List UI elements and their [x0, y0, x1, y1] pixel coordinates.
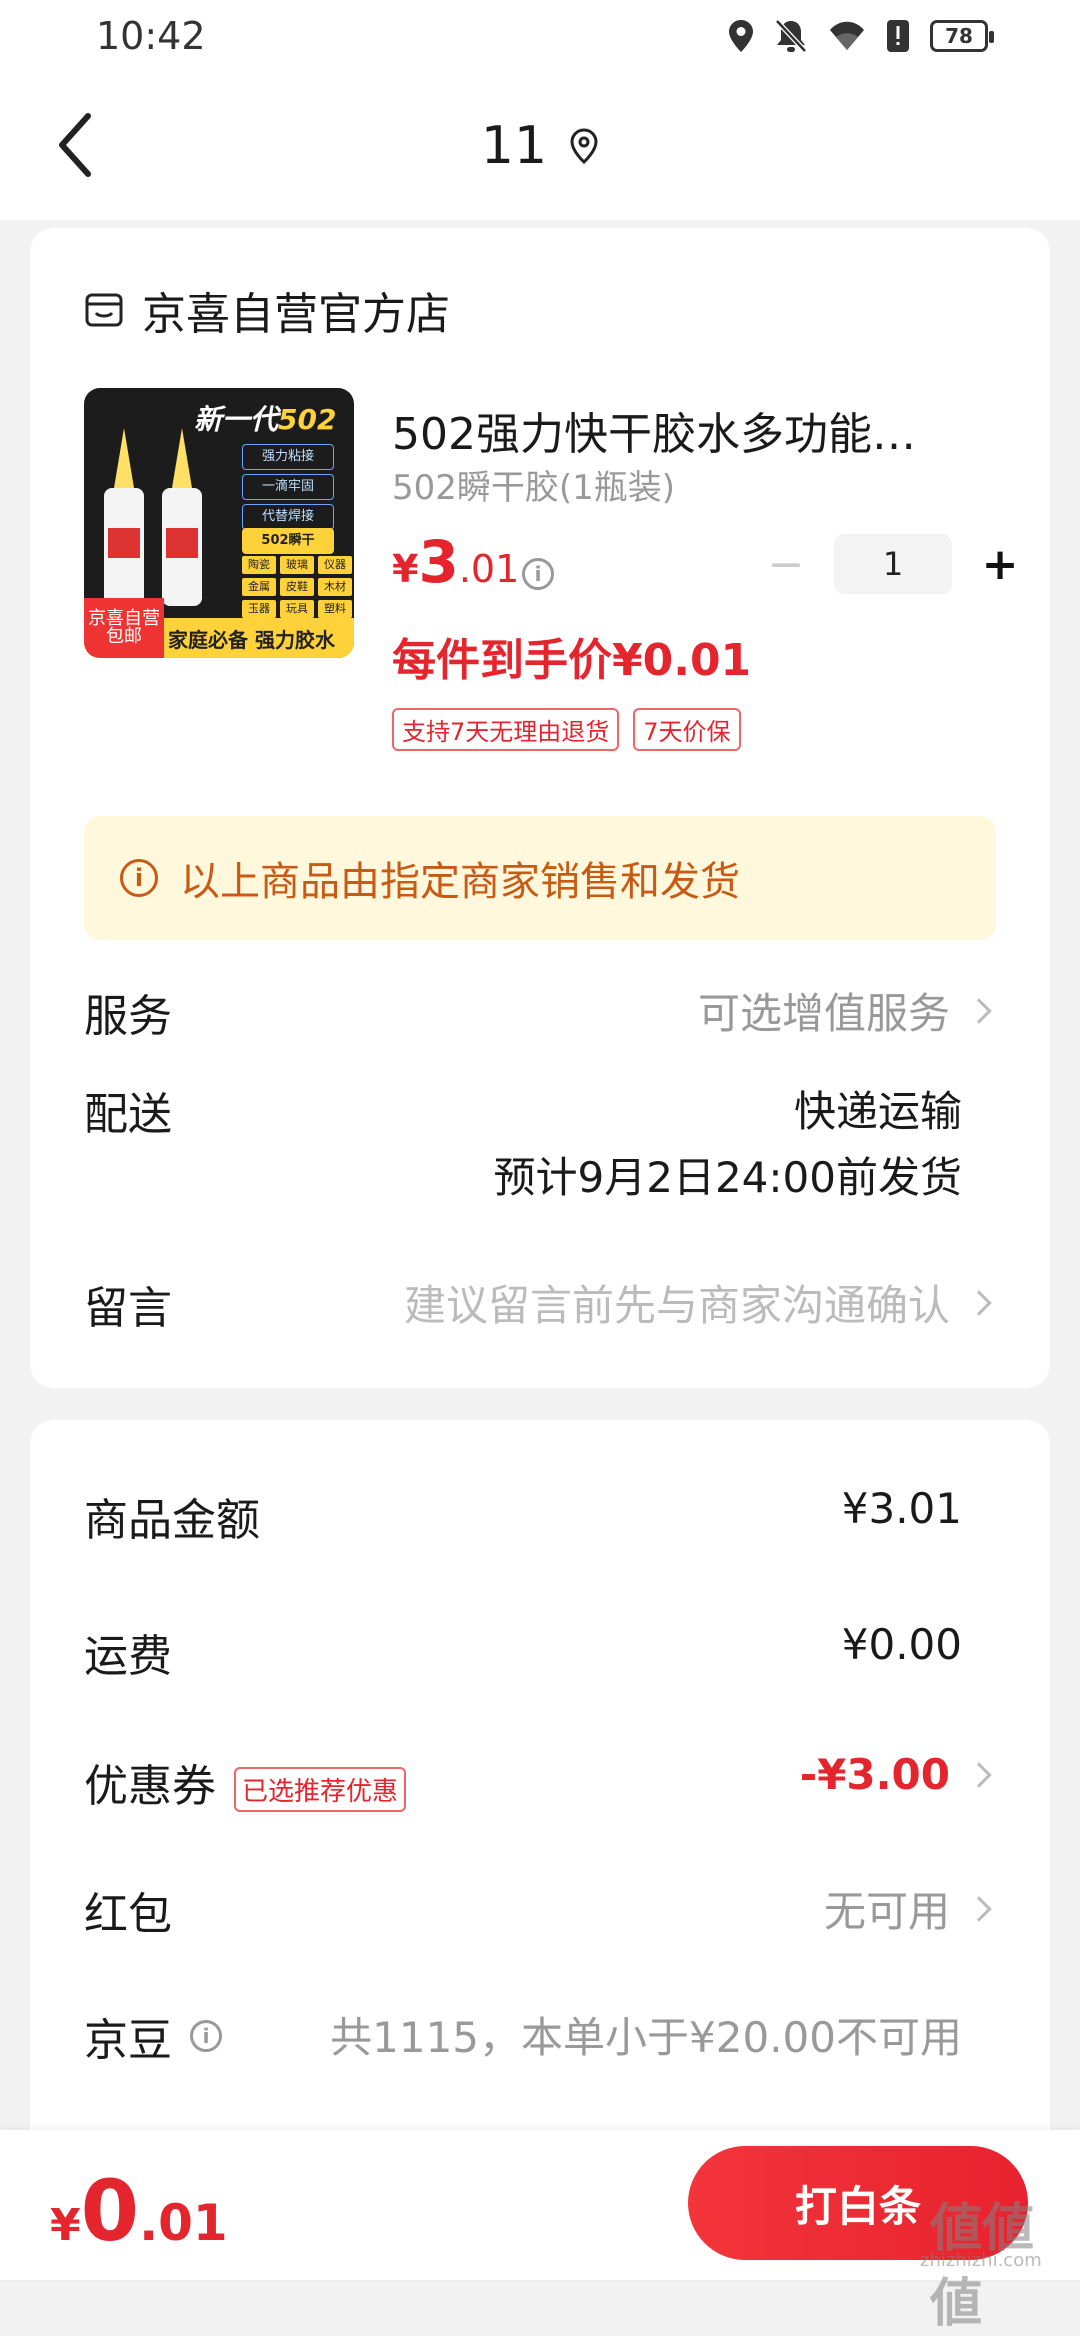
- address-title: 11: [480, 116, 548, 176]
- chevron-right-icon: [966, 1289, 992, 1316]
- shop-icon: [85, 293, 123, 327]
- status-bar: 10:42 78: [0, 0, 1080, 80]
- service-row[interactable]: 服务 可选增值服务: [84, 980, 996, 1042]
- jingdou-value: 共1115，本单小于¥20.00不可用: [330, 2013, 962, 2062]
- final-unit-price: 每件到手价¥0.01: [392, 635, 752, 686]
- product-feature: 代替焊接: [242, 504, 334, 530]
- service-value: 可选增值服务: [698, 980, 996, 1041]
- nav-bar: 11: [0, 80, 1080, 220]
- product-feature-highlight: 502瞬干: [242, 528, 334, 554]
- message-row[interactable]: 留言 建议留言前先与商家沟通确认: [84, 1272, 996, 1334]
- page-title[interactable]: 11: [0, 116, 1080, 176]
- redpacket-value: 无可用: [824, 1878, 996, 1939]
- battery-icon: 78: [930, 20, 994, 52]
- shop-name: 京喜自营官方店: [142, 289, 450, 340]
- location-icon: [729, 20, 753, 52]
- product-title[interactable]: 502强力快干胶水多功能…: [392, 398, 1002, 462]
- delivery-label: 配送: [84, 1089, 172, 1140]
- info-icon: i: [120, 859, 158, 897]
- total-price: ¥0.01: [50, 2162, 228, 2260]
- goods-amount-label: 商品金额: [84, 1495, 260, 1546]
- status-time: 10:42: [96, 14, 206, 58]
- jingdou-info-icon[interactable]: i: [190, 2020, 222, 2052]
- watermark-url: zhizhizhi.com: [920, 2250, 1042, 2271]
- service-label: 服务: [84, 991, 172, 1042]
- notice-text: 以上商品由指定商家销售和发货: [180, 859, 740, 905]
- mute-bell-icon: [775, 19, 807, 53]
- shipping-label: 运费: [84, 1631, 172, 1682]
- product-spec: 502瞬干胶(1瓶装): [392, 468, 676, 508]
- jingdou-label: 京豆 i: [84, 2004, 222, 2068]
- wifi-icon: [830, 21, 864, 50]
- redpacket-label: 红包: [84, 1889, 172, 1940]
- return-badge: 支持7天无理由退货: [392, 708, 620, 751]
- seller-notice: i 以上商品由指定商家销售和发货: [84, 816, 996, 940]
- product-feature: 强力粘接: [242, 444, 334, 470]
- coupon-label: 优惠券 已选推荐优惠: [84, 1750, 407, 1814]
- status-icons: 78: [728, 16, 994, 56]
- coupon-tag: 已选推荐优惠: [234, 1766, 407, 1812]
- increase-button[interactable]: +: [970, 534, 1030, 594]
- product-price: ¥3.01: [392, 528, 520, 596]
- shipping-value: ¥0.00: [841, 1620, 962, 1669]
- product-feature: 一滴牢固: [242, 474, 334, 500]
- shop-header[interactable]: 京喜自营官方店: [84, 278, 450, 342]
- checkout-bar: ¥0.01 打白条: [0, 2130, 1080, 2280]
- glue-bottle-image: [162, 428, 202, 606]
- chevron-right-icon: [966, 997, 992, 1024]
- location-pin-icon: [570, 128, 598, 164]
- price-protect-badge: 7天价保: [633, 708, 741, 751]
- alert-sim-icon: [887, 20, 909, 52]
- message-label: 留言: [84, 1283, 172, 1334]
- product-image-banner: 京喜自营 包邮 家庭必备 强力胶水: [84, 598, 354, 658]
- order-item-card: 京喜自营官方店 新一代502 强力粘接 一滴牢固 代替焊接 502瞬干 陶瓷 玻璃…: [30, 228, 1050, 1388]
- message-input[interactable]: 建议留言前先与商家沟通确认: [404, 1272, 996, 1333]
- coupon-value: -¥3.00: [800, 1750, 996, 1799]
- quantity-stepper: − 1 +: [756, 534, 1030, 594]
- chevron-right-icon: [966, 1895, 992, 1922]
- decrease-button[interactable]: −: [756, 534, 816, 594]
- product-material-grid: 陶瓷 玻璃 仪器 金属 皮鞋 木材 玉器 玩具 塑料: [242, 556, 352, 618]
- coupon-row[interactable]: 优惠券 已选推荐优惠 -¥3.00: [84, 1750, 996, 1812]
- redpacket-row[interactable]: 红包 无可用: [84, 1878, 996, 1940]
- product-image-headline: 新一代502: [194, 403, 337, 436]
- shipping-row: 运费 ¥0.00: [84, 1620, 996, 1682]
- delivery-method: 快递运输: [793, 1087, 962, 1136]
- goods-amount-value: ¥3.01: [841, 1484, 962, 1533]
- goods-amount-row: 商品金额 ¥3.01: [84, 1484, 996, 1546]
- chevron-right-icon: [966, 1761, 992, 1788]
- jingdou-row: 京豆 i 共1115，本单小于¥20.00不可用: [84, 2004, 996, 2066]
- price-info-icon[interactable]: i: [522, 558, 554, 590]
- glue-bottle-image: [104, 428, 144, 606]
- service-badges: 支持7天无理由退货 7天价保: [392, 708, 741, 751]
- delivery-eta: 预计9月2日24:00前发货: [493, 1153, 962, 1202]
- quantity-input[interactable]: 1: [834, 534, 952, 594]
- product-image[interactable]: 新一代502 强力粘接 一滴牢固 代替焊接 502瞬干 陶瓷 玻璃 仪器 金属 皮鞋木…: [84, 388, 354, 658]
- product-image-tag: 京喜自营 包邮: [84, 598, 164, 658]
- delivery-row[interactable]: 配送 快递运输 预计9月2日24:00前发货: [84, 1078, 996, 1208]
